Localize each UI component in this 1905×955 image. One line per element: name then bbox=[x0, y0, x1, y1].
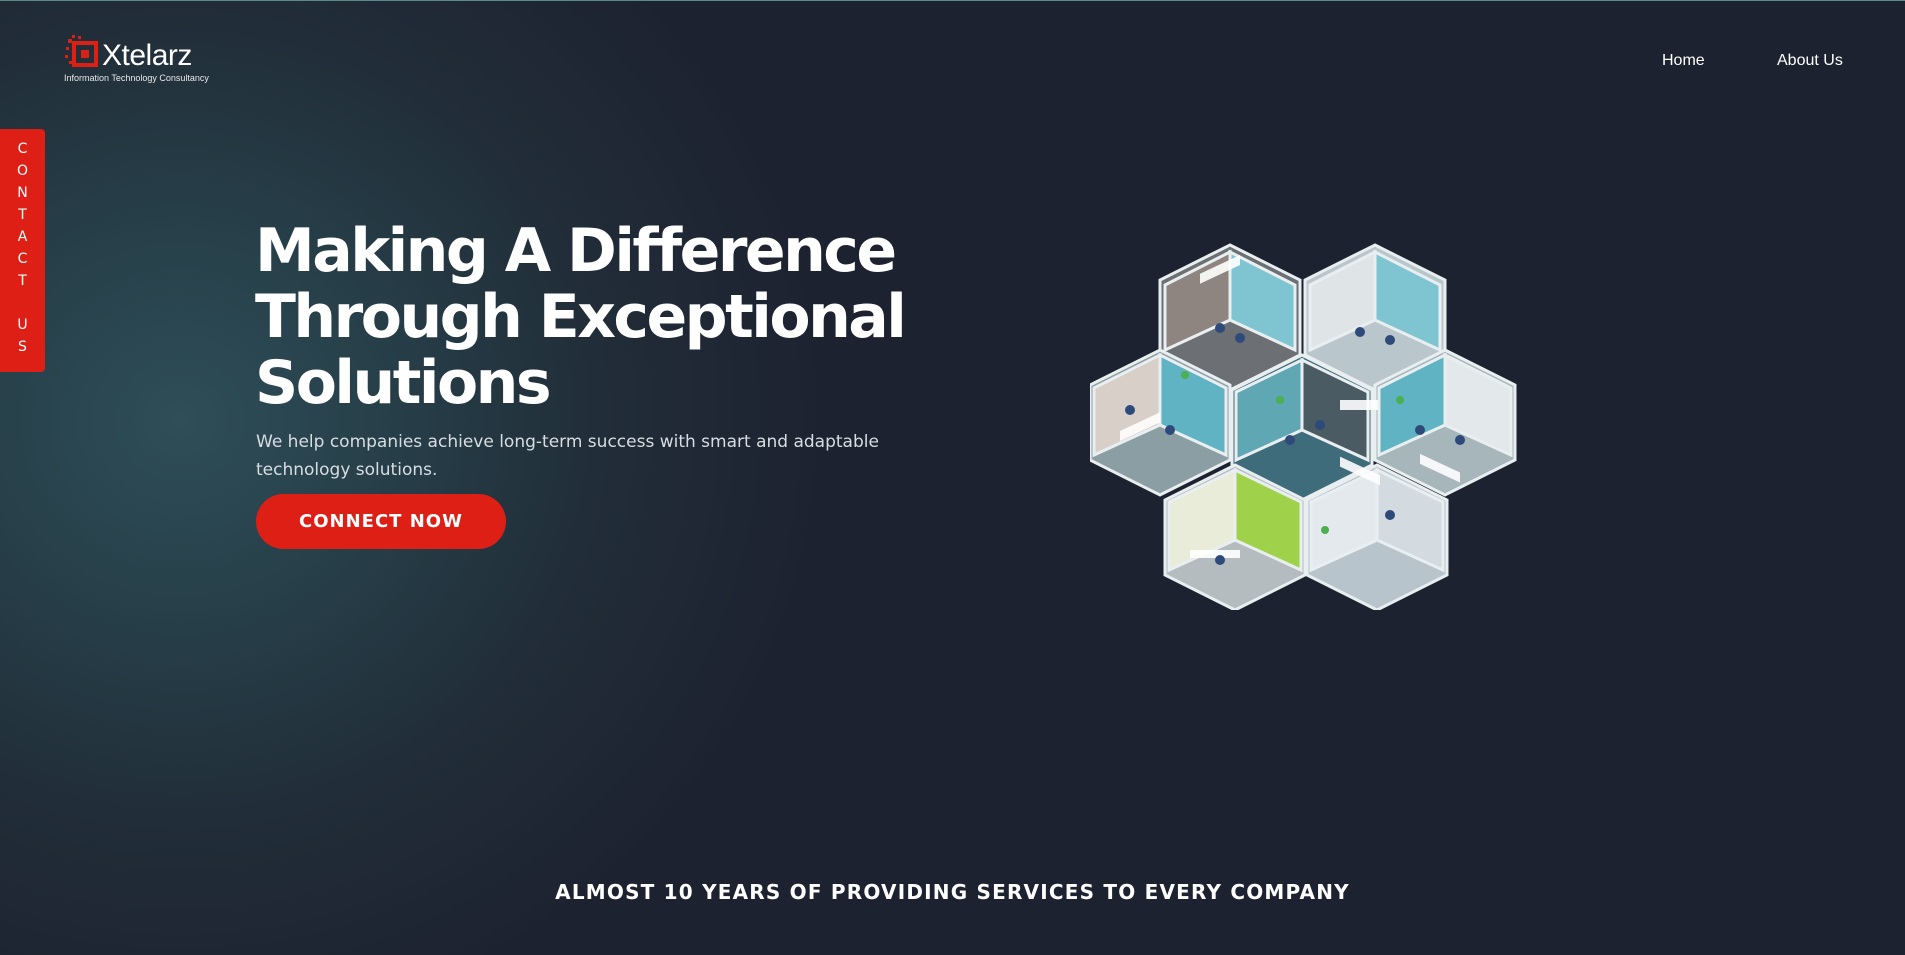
top-border bbox=[0, 0, 1905, 1]
nav-about-us-link[interactable]: About Us bbox=[1777, 52, 1843, 74]
contact-us-tab[interactable]: CONTACT US bbox=[0, 129, 45, 372]
hero-subtitle: We help companies achieve long-term succ… bbox=[256, 432, 879, 480]
logo-tagline: Information Technology Consultancy bbox=[64, 73, 209, 83]
logo-name: Xtelarz bbox=[102, 39, 192, 72]
hero-title: Making A Difference Through Exceptional … bbox=[255, 216, 907, 418]
nav-home-link[interactable]: Home bbox=[1662, 52, 1705, 74]
years-of-service-banner: ALMOST 10 YEARS OF PROVIDING SERVICES TO… bbox=[555, 880, 1350, 904]
office-illustration bbox=[1090, 243, 1517, 610]
logo-mark-icon bbox=[65, 35, 98, 67]
contact-us-tab-label: CONTACT US bbox=[14, 140, 31, 361]
logo[interactable]: Xtelarz Information Technology Consultan… bbox=[64, 33, 214, 87]
connect-now-button[interactable]: CONNECT NOW bbox=[256, 494, 506, 549]
